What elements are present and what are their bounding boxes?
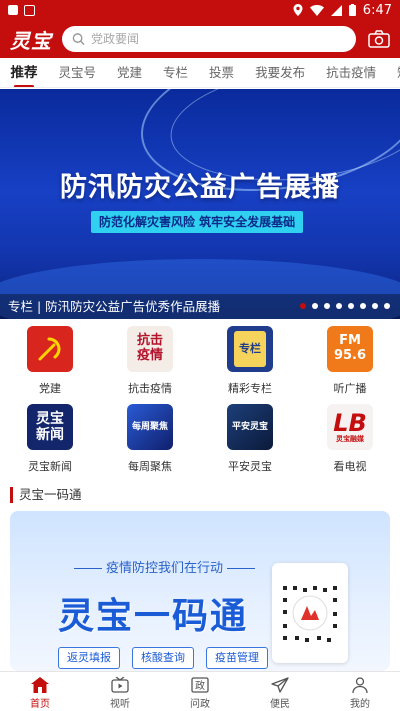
nav-home[interactable]: 首页 bbox=[0, 672, 80, 711]
camera-icon bbox=[368, 30, 390, 48]
nav-label: 首页 bbox=[30, 699, 50, 710]
tab-vote[interactable]: 投票 bbox=[199, 58, 245, 87]
svg-text:政: 政 bbox=[195, 679, 205, 692]
return-report-button[interactable]: 返灵填报 bbox=[58, 647, 120, 669]
fight-epidemic-icon: 抗击 疫情 bbox=[127, 326, 173, 372]
app-screen: 6:47 灵宝 推荐 灵宝号 党建 专栏 投票 我要发布 抗击疫情 短视 bbox=[0, 0, 400, 711]
qr-code-icon bbox=[283, 586, 337, 642]
category-tabs: 推荐 灵宝号 党建 专栏 投票 我要发布 抗击疫情 短视 bbox=[0, 58, 400, 88]
bottom-navigation: 首页 视听 政 问政 便民 我的 bbox=[0, 671, 400, 711]
grid-item-news[interactable]: 灵宝 新闻 灵宝新闻 bbox=[0, 400, 100, 478]
app-notification-icon bbox=[24, 4, 35, 16]
banner-subtitle: 防范化解灾害风险 筑牢安全发展基础 bbox=[91, 211, 304, 233]
app-header: 灵宝 bbox=[0, 20, 400, 58]
grid-item-weekly-focus[interactable]: 每周聚焦 每周聚焦 bbox=[100, 400, 200, 478]
notification-icon bbox=[8, 5, 18, 15]
carousel-dot[interactable] bbox=[312, 303, 318, 309]
promo-slogan: 疫情防控我们在行动 bbox=[70, 557, 259, 576]
tv-logo-icon: LB 灵宝融媒 bbox=[327, 404, 373, 450]
grid-item-column[interactable]: 专栏 精彩专栏 bbox=[200, 322, 300, 400]
grid-item-fight-epidemic[interactable]: 抗击 疫情 抗击疫情 bbox=[100, 322, 200, 400]
search-input[interactable] bbox=[91, 32, 346, 46]
promo-actions: 返灵填报 核酸查询 疫苗管理 bbox=[58, 647, 268, 669]
nav-label: 便民 bbox=[270, 699, 290, 710]
grid-item-label: 平安灵宝 bbox=[228, 460, 272, 473]
nav-audio-visual[interactable]: 视听 bbox=[80, 672, 160, 711]
radio-fm-icon: FM 95.6 bbox=[327, 326, 373, 372]
grid-item-party-building[interactable]: 党建 bbox=[0, 322, 100, 400]
battery-icon bbox=[348, 4, 356, 16]
column-clipboard-icon: 专栏 bbox=[227, 326, 273, 372]
status-time: 6:47 bbox=[362, 2, 392, 18]
grid-item-label: 每周聚焦 bbox=[128, 460, 172, 473]
banner-title: 防汛防灾公益广告展播 bbox=[60, 172, 340, 203]
carousel-dot[interactable] bbox=[300, 303, 306, 309]
banner-caption-text: 专栏 | 防汛防灾公益广告优秀作品展播 bbox=[8, 299, 221, 314]
section-title: 灵宝一码通 bbox=[10, 487, 82, 503]
search-bar[interactable] bbox=[62, 26, 356, 52]
nav-convenience[interactable]: 便民 bbox=[240, 672, 320, 711]
tab-fight-epidemic[interactable]: 抗击疫情 bbox=[316, 58, 387, 87]
carousel-dot[interactable] bbox=[348, 303, 354, 309]
vaccine-manage-button[interactable]: 疫苗管理 bbox=[206, 647, 268, 669]
nav-label: 问政 bbox=[190, 699, 210, 710]
tab-short-video[interactable]: 短视 bbox=[387, 58, 400, 87]
nucleic-query-button[interactable]: 核酸查询 bbox=[132, 647, 194, 669]
banner-carousel[interactable]: 防汛防灾公益广告展播 防范化解灾害风险 筑牢安全发展基础 bbox=[0, 89, 400, 319]
carousel-dot[interactable] bbox=[372, 303, 378, 309]
safe-lingbao-icon: 平安灵宝 bbox=[227, 404, 273, 450]
home-icon bbox=[30, 676, 50, 694]
user-icon bbox=[350, 676, 370, 694]
news-icon: 灵宝 新闻 bbox=[27, 404, 73, 450]
grid-item-label: 听广播 bbox=[333, 382, 367, 395]
feature-grid: 党建 抗击 疫情 抗击疫情 专栏 精彩专栏 FM 95.6 听广播 灵宝 新闻 bbox=[0, 322, 400, 482]
weekly-focus-icon: 每周聚焦 bbox=[127, 404, 173, 450]
grid-item-radio[interactable]: FM 95.6 听广播 bbox=[300, 322, 400, 400]
signal-icon bbox=[330, 4, 342, 16]
tv-icon bbox=[110, 676, 130, 694]
grid-item-tv[interactable]: LB 灵宝融媒 看电视 bbox=[300, 400, 400, 478]
location-icon bbox=[293, 4, 303, 16]
nav-inquiry[interactable]: 政 问政 bbox=[160, 672, 240, 711]
grid-item-label: 精彩专栏 bbox=[228, 382, 272, 395]
inquiry-icon: 政 bbox=[190, 676, 210, 694]
promo-title: 灵宝一码通 bbox=[58, 596, 249, 637]
carousel-dot[interactable] bbox=[384, 303, 390, 309]
nav-label: 视听 bbox=[110, 699, 130, 710]
grid-item-safe-lingbao[interactable]: 平安灵宝 平安灵宝 bbox=[200, 400, 300, 478]
grid-item-label: 灵宝新闻 bbox=[28, 460, 72, 473]
grid-item-label: 抗击疫情 bbox=[128, 382, 172, 395]
promo-card[interactable]: 疫情防控我们在行动 灵宝一码通 返灵填报 核酸查询 疫苗管理 bbox=[10, 511, 390, 671]
tab-lingbao-account[interactable]: 灵宝号 bbox=[48, 58, 107, 87]
search-icon bbox=[72, 33, 85, 46]
nav-mine[interactable]: 我的 bbox=[320, 672, 400, 711]
tab-column[interactable]: 专栏 bbox=[153, 58, 199, 87]
wifi-icon bbox=[309, 4, 324, 16]
grid-item-label: 看电视 bbox=[333, 460, 367, 473]
carousel-dot[interactable] bbox=[336, 303, 342, 309]
tab-party-building[interactable]: 党建 bbox=[107, 58, 153, 87]
tab-publish[interactable]: 我要发布 bbox=[245, 58, 316, 87]
carousel-dot[interactable] bbox=[324, 303, 330, 309]
status-bar: 6:47 bbox=[0, 0, 400, 20]
nav-label: 我的 bbox=[350, 699, 370, 710]
carousel-dot[interactable] bbox=[360, 303, 366, 309]
send-icon bbox=[270, 676, 290, 694]
banner-caption: 专栏 | 防汛防灾公益广告优秀作品展播 bbox=[0, 294, 400, 319]
grid-item-label: 党建 bbox=[39, 382, 61, 395]
party-emblem-icon bbox=[27, 326, 73, 372]
qr-code bbox=[272, 563, 348, 663]
camera-button[interactable] bbox=[368, 29, 390, 49]
carousel-indicator bbox=[300, 303, 390, 309]
tab-recommend[interactable]: 推荐 bbox=[0, 58, 48, 87]
app-logo: 灵宝 bbox=[10, 28, 52, 53]
